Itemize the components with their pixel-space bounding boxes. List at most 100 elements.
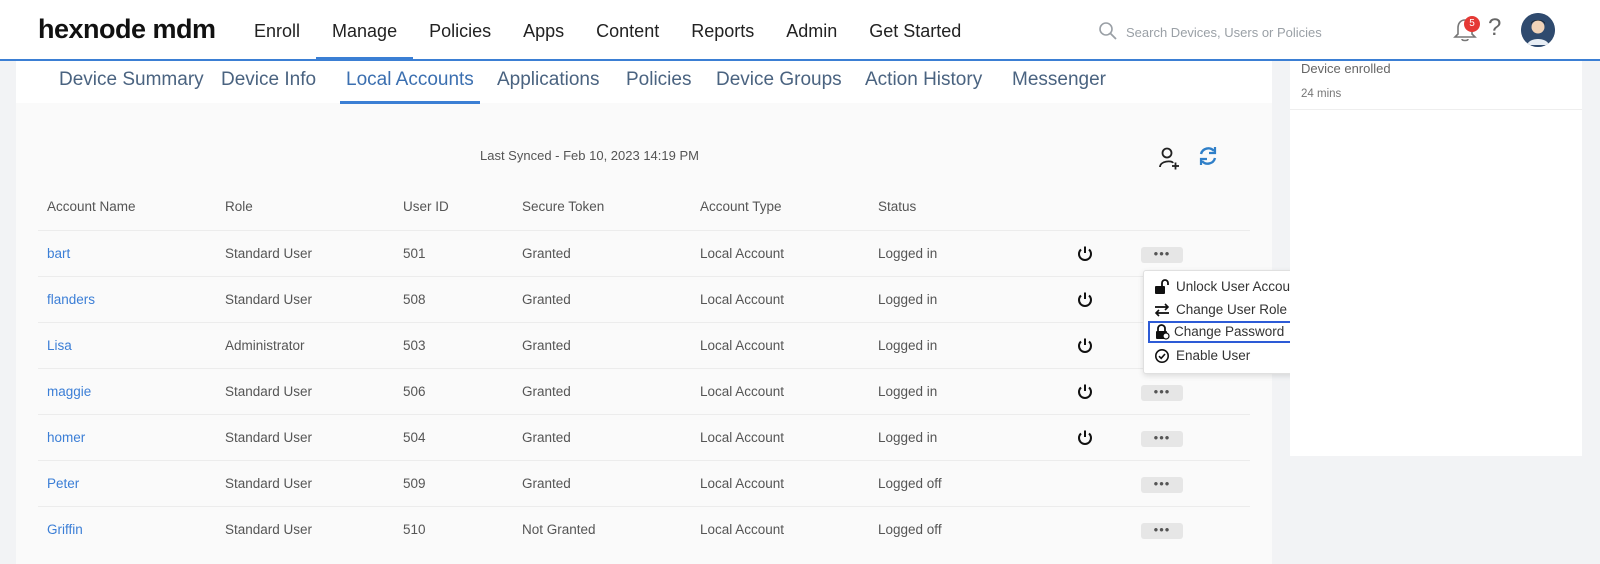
account-type-cell: Local Account — [700, 476, 785, 491]
secure-token-cell: Granted — [522, 430, 571, 445]
last-synced-text: Last Synced - Feb 10, 2023 14:19 PM — [480, 148, 699, 163]
power-icon[interactable] — [1076, 291, 1094, 309]
menu-item-label: Unlock User Account — [1176, 279, 1302, 294]
table-row: maggie Standard User 506 Granted Local A… — [38, 368, 1250, 414]
role-cell: Standard User — [225, 522, 313, 537]
account-name-link[interactable]: flanders — [47, 277, 95, 323]
secure-token-cell: Granted — [522, 292, 571, 307]
tab-device-groups[interactable]: Device Groups — [716, 69, 842, 103]
notification-badge: 5 — [1464, 16, 1480, 32]
user-avatar-icon — [1521, 13, 1555, 47]
unlock-icon — [1155, 279, 1169, 294]
app-logo[interactable]: hexnode mdm — [38, 14, 216, 45]
account-name-link[interactable]: bart — [47, 231, 70, 277]
nav-manage[interactable]: Manage — [316, 0, 414, 60]
account-type-cell: Local Account — [700, 246, 785, 261]
role-cell: Standard User — [225, 292, 313, 307]
menu-item-unlock-user-account[interactable]: Unlock User Account — [1152, 276, 1312, 298]
user-id-cell: 504 — [403, 430, 426, 445]
col-user-id[interactable]: User ID — [403, 184, 449, 230]
more-actions-button[interactable]: ••• — [1141, 385, 1183, 401]
help-icon[interactable]: ? — [1488, 14, 1501, 42]
nav-get-started[interactable]: Get Started — [853, 0, 977, 60]
status-cell: Logged in — [878, 384, 938, 399]
nav-enroll[interactable]: Enroll — [238, 0, 316, 60]
power-icon[interactable] — [1076, 337, 1094, 355]
status-cell: Logged off — [878, 522, 942, 537]
nav-content[interactable]: Content — [580, 0, 675, 60]
tab-device-info[interactable]: Device Info — [221, 69, 316, 103]
col-status[interactable]: Status — [878, 184, 916, 230]
col-account-name[interactable]: Account Name — [47, 184, 136, 230]
menu-item-label: Enable User — [1176, 348, 1251, 363]
account-type-cell: Local Account — [700, 338, 785, 353]
more-actions-button[interactable]: ••• — [1141, 431, 1183, 447]
role-cell: Standard User — [225, 384, 313, 399]
more-actions-button[interactable]: ••• — [1141, 523, 1183, 539]
user-id-cell: 510 — [403, 522, 426, 537]
secure-token-cell: Granted — [522, 384, 571, 399]
col-account-type[interactable]: Account Type — [700, 184, 782, 230]
role-cell: Administrator — [225, 338, 305, 353]
tab-applications[interactable]: Applications — [497, 69, 599, 103]
tab-policies[interactable]: Policies — [626, 69, 691, 103]
col-role[interactable]: Role — [225, 184, 253, 230]
more-actions-button[interactable]: ••• — [1141, 477, 1183, 493]
menu-item-label: Change User Role — [1176, 302, 1288, 317]
account-name-link[interactable]: maggie — [47, 369, 91, 415]
activity-event: Device enrolled — [1301, 61, 1391, 76]
status-cell: Logged off — [878, 476, 942, 491]
secure-token-cell: Granted — [522, 246, 571, 261]
refresh-icon[interactable] — [1197, 145, 1219, 167]
secure-token-cell: Granted — [522, 476, 571, 491]
check-circle-icon — [1155, 349, 1169, 363]
status-cell: Logged in — [878, 338, 938, 353]
search-input[interactable] — [1126, 20, 1356, 44]
tab-local-accounts[interactable]: Local Accounts — [340, 69, 480, 104]
col-secure-token[interactable]: Secure Token — [522, 184, 604, 230]
table-row: homer Standard User 504 Granted Local Ac… — [38, 414, 1250, 460]
role-cell: Standard User — [225, 430, 313, 445]
tab-action-history[interactable]: Action History — [865, 69, 982, 103]
account-name-link[interactable]: Griffin — [47, 507, 83, 553]
power-icon[interactable] — [1076, 429, 1094, 447]
table-header: Account Name Role User ID Secure Token A… — [38, 184, 1250, 230]
nav-admin[interactable]: Admin — [770, 0, 853, 60]
top-navbar: hexnode mdm Enroll Manage Policies Apps … — [0, 0, 1600, 61]
power-icon[interactable] — [1076, 245, 1094, 263]
lock-key-icon — [1156, 324, 1170, 340]
power-icon[interactable] — [1076, 383, 1094, 401]
user-id-cell: 503 — [403, 338, 426, 353]
device-subtabs: Device Summary Device Info Local Account… — [16, 61, 1272, 104]
menu-item-change-user-role[interactable]: Change User Role — [1152, 299, 1312, 321]
search-icon[interactable] — [1098, 21, 1118, 41]
table-row: bart Standard User 501 Granted Local Acc… — [38, 230, 1250, 276]
account-type-cell: Local Account — [700, 522, 785, 537]
nav-apps[interactable]: Apps — [507, 0, 580, 60]
table-row: flanders Standard User 508 Granted Local… — [38, 276, 1250, 322]
more-actions-button[interactable]: ••• — [1141, 247, 1183, 263]
tab-device-summary[interactable]: Device Summary — [59, 69, 204, 103]
menu-item-label: Change Password — [1174, 324, 1285, 339]
account-type-cell: Local Account — [700, 292, 785, 307]
avatar[interactable] — [1521, 13, 1555, 47]
user-id-cell: 501 — [403, 246, 426, 261]
secure-token-cell: Granted — [522, 338, 571, 353]
swap-icon — [1154, 303, 1170, 317]
nav-reports[interactable]: Reports — [675, 0, 770, 60]
status-cell: Logged in — [878, 246, 938, 261]
account-name-link[interactable]: Peter — [47, 461, 79, 507]
tab-messenger[interactable]: Messenger — [1012, 69, 1106, 103]
role-cell: Standard User — [225, 246, 313, 261]
user-id-cell: 506 — [403, 384, 426, 399]
account-type-cell: Local Account — [700, 430, 785, 445]
search-box — [1098, 20, 1358, 44]
account-name-link[interactable]: Lisa — [47, 323, 72, 369]
nav-policies[interactable]: Policies — [413, 0, 507, 60]
account-name-link[interactable]: homer — [47, 415, 85, 461]
divider — [1290, 109, 1582, 110]
table-row: Griffin Standard User 510 Not Granted Lo… — [38, 506, 1250, 552]
menu-item-enable-user[interactable]: Enable User — [1152, 345, 1312, 367]
user-id-cell: 508 — [403, 292, 426, 307]
add-user-icon[interactable] — [1157, 146, 1181, 170]
